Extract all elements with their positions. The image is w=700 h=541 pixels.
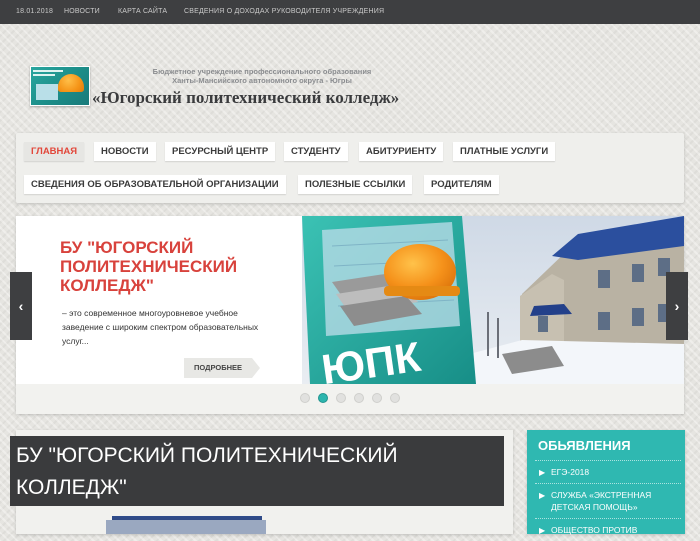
slide-image: ЮПК [302, 216, 684, 384]
arrow-right-icon: ▶ [539, 468, 546, 477]
header-subtitle-line1: Бюджетное учреждение профессионального о… [152, 67, 372, 76]
slide-caption: БУ "Югорский политехнический колледж" – … [16, 216, 302, 384]
slider-next-button[interactable]: › [666, 272, 688, 340]
slider-dot[interactable] [390, 393, 400, 403]
college-logo[interactable] [30, 66, 90, 106]
announcements-sidebar: Обьявления ▶ ЕГЭ-2018 ▶ Служба «Экстренн… [527, 430, 685, 535]
announcements-list: ▶ ЕГЭ-2018 ▶ Служба «Экстренная детская … [535, 460, 681, 541]
logo-stripe [33, 74, 55, 76]
top-link-income-info[interactable]: Сведения о доходах руководителя учрежден… [184, 8, 384, 15]
nav-item-applicant[interactable]: Абитуриенту [359, 142, 444, 161]
arrow-right-icon: ▶ [539, 526, 546, 535]
hero-slider: БУ "Югорский политехнический колледж" – … [16, 216, 684, 414]
announcement-label: ЕГЭ-2018 [551, 467, 590, 477]
hard-hat-icon [58, 74, 84, 92]
sidebar-title: Обьявления [538, 438, 631, 453]
college-building-photo: ЮПК [302, 216, 684, 384]
announcement-item[interactable]: ▶ Служба «Экстренная детская помощь» [535, 483, 681, 518]
nav-item-org-info[interactable]: Сведения об образовательной организации [24, 175, 286, 194]
top-bar: 18.01.2018 Новости Карта сайта Сведения … [0, 0, 700, 24]
slider-dot[interactable] [336, 393, 346, 403]
announcement-item[interactable]: ▶ ЕГЭ-2018 [535, 460, 681, 483]
slide-title: БУ "Югорский политехнический колледж" [60, 238, 238, 295]
slide-description: – это современное многоуровневое учебное… [62, 308, 259, 346]
site-title[interactable]: «Югорский политехнический колледж» [92, 88, 432, 108]
slider-dot[interactable] [300, 393, 310, 403]
slider-dot[interactable] [354, 393, 364, 403]
main-navigation: Главная Новости Ресурсный центр Студенту… [16, 133, 684, 203]
announcement-item[interactable]: ▶ Общество против [535, 518, 681, 541]
nav-item-home[interactable]: Главная [24, 142, 85, 161]
logo-stripe [33, 70, 63, 72]
header-subtitle-line2: Ханты-Мансийского автономного округа - Ю… [172, 76, 352, 85]
nav-item-student[interactable]: Студенту [284, 142, 348, 161]
nav-item-news[interactable]: Новости [94, 142, 156, 161]
slider-dot-active[interactable] [318, 393, 328, 403]
logo-paper [36, 84, 58, 100]
content-image [106, 516, 266, 534]
current-date: 18.01.2018 [16, 8, 54, 15]
content-title: БУ "Югорский политехнический колледж" [10, 436, 504, 506]
slider-dot[interactable] [372, 393, 382, 403]
top-link-sitemap[interactable]: Карта сайта [118, 8, 167, 15]
read-more-button[interactable]: Подробнее [184, 358, 261, 378]
nav-item-paid-services[interactable]: Платные услуги [453, 142, 556, 161]
top-link-news[interactable]: Новости [64, 8, 100, 15]
nav-item-useful-links[interactable]: Полезные ссылки [298, 175, 413, 194]
arrow-right-icon: ▶ [539, 491, 546, 500]
nav-item-resource-center[interactable]: Ресурсный центр [165, 142, 276, 161]
announcement-label: Служба «Экстренная детская помощь» [551, 490, 652, 512]
slider-prev-button[interactable]: ‹ [10, 272, 32, 340]
nav-item-parents[interactable]: Родителям [424, 175, 499, 194]
